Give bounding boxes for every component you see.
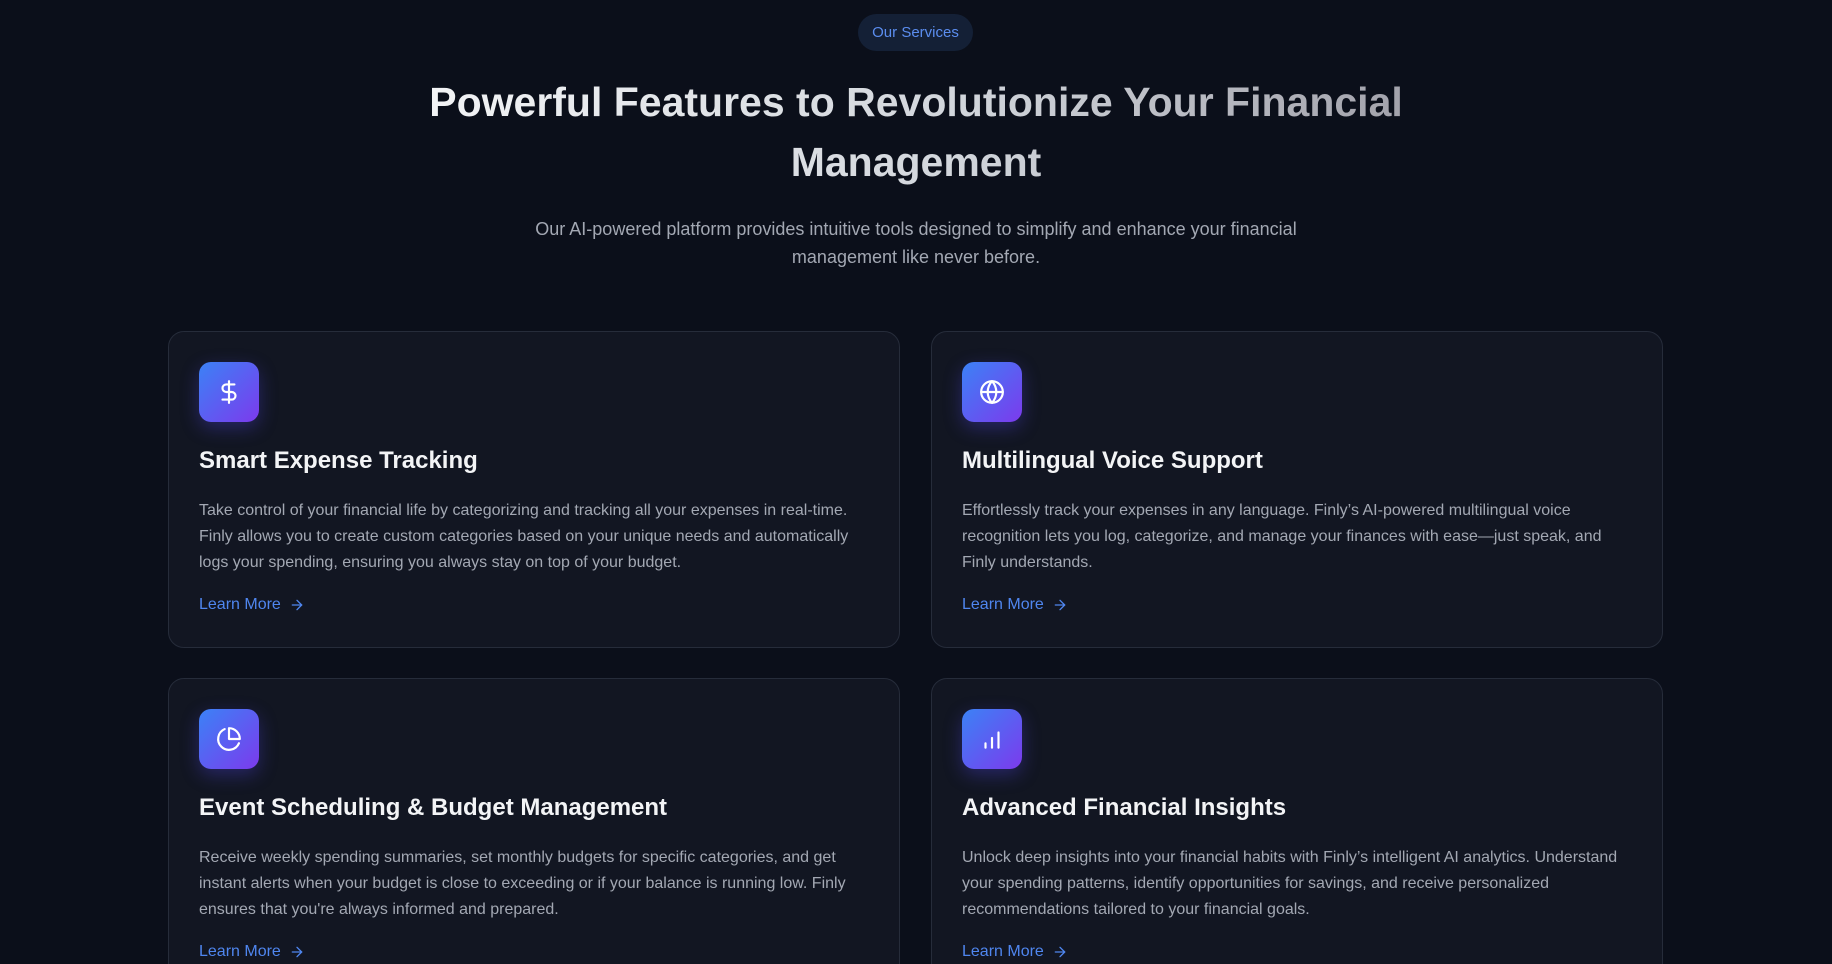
feature-card-expense-tracking: Smart Expense Tracking Take control of y… (168, 331, 900, 648)
feature-description: Receive weekly spending summaries, set m… (199, 849, 846, 918)
learn-more-label: Learn More (962, 943, 1044, 960)
feature-description: Effortlessly track your expenses in any … (962, 502, 1602, 571)
bar-chart-icon (962, 709, 1022, 769)
feature-title: Advanced Financial Insights (962, 794, 1287, 821)
learn-more-link[interactable]: Learn More (962, 943, 1068, 961)
learn-more-link[interactable]: Learn More (199, 596, 305, 614)
globe-icon (962, 362, 1022, 422)
learn-more-link[interactable]: Learn More (199, 943, 305, 961)
feature-card-voice-support: Multilingual Voice Support Effortlessly … (931, 331, 1663, 648)
feature-card-financial-insights: Advanced Financial Insights Unlock deep … (931, 678, 1663, 964)
learn-more-label: Learn More (962, 596, 1044, 613)
pie-chart-icon (199, 709, 259, 769)
arrow-right-icon (291, 599, 303, 611)
feature-description: Take control of your financial life by c… (199, 502, 849, 571)
learn-more-label: Learn More (199, 943, 281, 960)
arrow-right-icon (1054, 599, 1066, 611)
feature-title: Multilingual Voice Support (962, 447, 1263, 474)
feature-card-budget-management: Event Scheduling & Budget Management Rec… (168, 678, 900, 964)
arrow-right-icon (1054, 946, 1066, 958)
dollar-icon (199, 362, 259, 422)
arrow-right-icon (291, 946, 303, 958)
section-title: Powerful Features to Revolutionize Your … (416, 72, 1416, 192)
feature-description: Unlock deep insights into your financial… (962, 849, 1618, 918)
learn-more-label: Learn More (199, 596, 281, 613)
learn-more-link[interactable]: Learn More (962, 596, 1068, 614)
feature-title: Event Scheduling & Budget Management (199, 794, 668, 821)
feature-title: Smart Expense Tracking (199, 447, 478, 474)
section-subtitle: Our AI-powered platform provides intuiti… (535, 219, 1297, 267)
section-badge: Our Services (858, 14, 973, 51)
